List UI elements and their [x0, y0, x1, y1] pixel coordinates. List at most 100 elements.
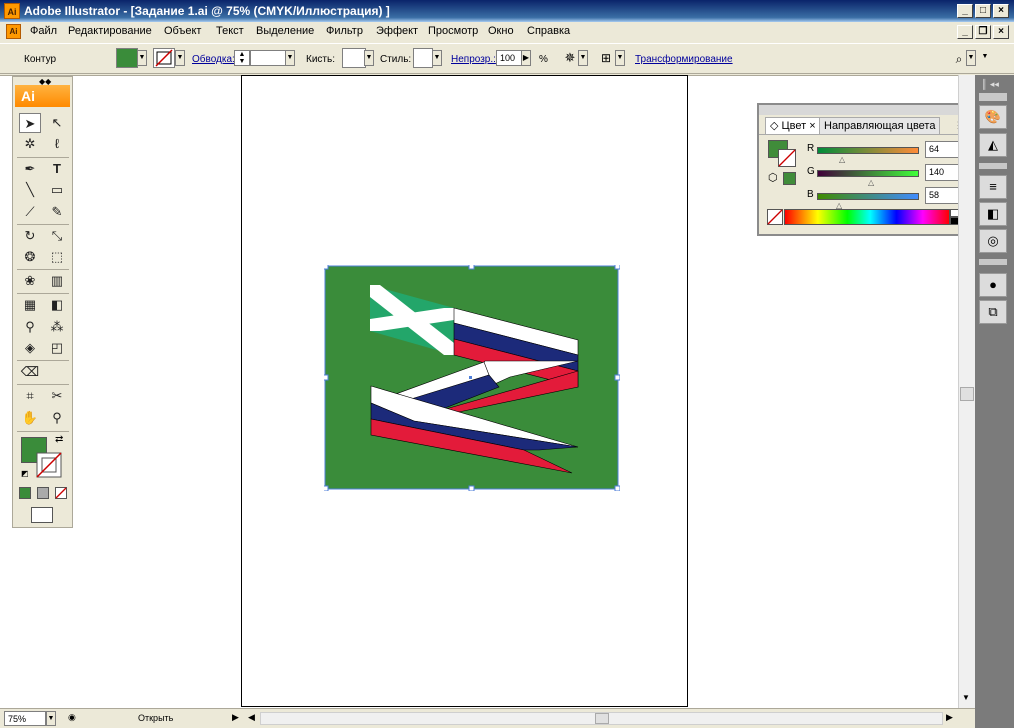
- g-slider-track[interactable]: [817, 170, 919, 177]
- rectangle-tool-icon[interactable]: ▭: [46, 180, 68, 200]
- style-dropdown[interactable]: ▼: [432, 50, 442, 66]
- fill-dropdown[interactable]: ▼: [137, 50, 147, 66]
- doc-restore-button[interactable]: ❐: [975, 25, 991, 39]
- zoom-input[interactable]: 75%: [4, 711, 46, 726]
- zoom-dropdown[interactable]: ▼: [46, 711, 56, 726]
- b-value-input[interactable]: 58: [925, 187, 959, 204]
- slice-tool-icon[interactable]: ⌗: [19, 386, 41, 406]
- r-value-input[interactable]: 64: [925, 141, 959, 158]
- minimize-button[interactable]: _: [957, 4, 973, 18]
- document-icon[interactable]: Ai: [6, 24, 21, 39]
- vertical-scroll-thumb[interactable]: [960, 387, 974, 401]
- gradient-tool-icon[interactable]: ◧: [46, 295, 68, 315]
- r-slider-track[interactable]: [817, 147, 919, 154]
- paintbrush-tool-icon[interactable]: ⟋: [19, 202, 41, 222]
- color-panel-button-icon[interactable]: 🎨: [979, 105, 1007, 129]
- screen-mode-button[interactable]: [31, 507, 53, 523]
- color-spectrum-bar[interactable]: [784, 209, 950, 225]
- selection-handle[interactable]: [468, 265, 475, 270]
- maximize-button[interactable]: □: [975, 4, 991, 18]
- scissors-tool-icon[interactable]: ✂: [46, 386, 68, 406]
- stroke-weight-input[interactable]: [250, 50, 286, 66]
- stroke-weight-dropdown[interactable]: ▼: [285, 50, 295, 66]
- transform-link[interactable]: Трансформирование: [635, 54, 733, 65]
- g-slider-thumb[interactable]: △: [868, 178, 874, 187]
- selection-handle[interactable]: [468, 485, 475, 491]
- scale-tool-icon[interactable]: ⤡: [46, 226, 68, 246]
- tab-color-guide[interactable]: Направляющая цвета: [819, 117, 941, 134]
- opacity-input[interactable]: 100: [496, 50, 522, 66]
- pen-tool-icon[interactable]: ✒: [19, 159, 41, 179]
- menu-window[interactable]: Окно: [488, 25, 514, 37]
- default-colors-icon[interactable]: ◩: [21, 469, 29, 478]
- selection-handle[interactable]: [614, 265, 620, 270]
- stroke-panel-icon[interactable]: ≡: [979, 175, 1007, 199]
- stroke-color-swatch[interactable]: [36, 452, 62, 478]
- gradient-mode-button[interactable]: [37, 487, 49, 499]
- opacity-link[interactable]: Непрозр.:: [451, 54, 496, 65]
- selection-tool-icon[interactable]: ➤: [19, 113, 41, 133]
- live-paint-selection-tool-icon[interactable]: ◰: [46, 338, 68, 358]
- horizontal-scroll-thumb[interactable]: [595, 713, 609, 724]
- swap-colors-icon[interactable]: ⇄: [55, 434, 63, 445]
- bridge-dropdown[interactable]: ▼: [966, 50, 976, 66]
- fill-swatch[interactable]: [116, 48, 138, 68]
- version-cue-icon[interactable]: ◉: [68, 712, 76, 723]
- horizontal-scrollbar[interactable]: [260, 712, 943, 725]
- pencil-tool-icon[interactable]: ✎: [46, 202, 68, 222]
- menu-help[interactable]: Справка: [527, 25, 570, 37]
- color-mode-button[interactable]: [19, 487, 31, 499]
- align-dropdown[interactable]: ▼: [615, 50, 625, 66]
- menu-view[interactable]: Просмотр: [428, 25, 478, 37]
- selection-handle[interactable]: [614, 485, 620, 491]
- brush-picker[interactable]: [342, 48, 366, 68]
- layers-panel-icon[interactable]: ⧉: [979, 300, 1007, 324]
- stroke-weight-stepper[interactable]: ▲ ▼: [234, 50, 250, 66]
- selection-handle[interactable]: [324, 485, 329, 491]
- menu-select[interactable]: Выделение: [256, 25, 314, 37]
- none-mode-button[interactable]: [55, 487, 67, 499]
- appearance-panel-icon[interactable]: ●: [979, 273, 1007, 297]
- eraser-tool-icon[interactable]: ⌫: [19, 362, 41, 382]
- close-tab-icon[interactable]: ×: [806, 120, 815, 132]
- type-tool-icon[interactable]: T: [46, 159, 68, 179]
- stroke-link[interactable]: Обводка:: [192, 54, 235, 65]
- opacity-arrow[interactable]: ▶: [521, 50, 531, 66]
- selection-handle[interactable]: [324, 265, 329, 270]
- selected-artwork[interactable]: [324, 265, 620, 491]
- mesh-tool-icon[interactable]: ▦: [19, 295, 41, 315]
- blend-tool-icon[interactable]: ⁂: [46, 317, 68, 337]
- menu-text[interactable]: Текст: [216, 25, 244, 37]
- recolor-icon[interactable]: ✵: [562, 50, 578, 66]
- close-button[interactable]: ×: [993, 4, 1009, 18]
- scroll-right-icon[interactable]: ▶: [946, 712, 953, 723]
- color-guide-panel-icon[interactable]: ◭: [979, 133, 1007, 157]
- rotate-tool-icon[interactable]: ↻: [19, 226, 41, 246]
- align-icon[interactable]: ⊞: [598, 50, 614, 66]
- status-menu-arrow-icon[interactable]: ▶: [232, 712, 239, 723]
- g-value-input[interactable]: 140: [925, 164, 959, 181]
- panel-drag-bar[interactable]: [759, 105, 973, 115]
- brush-dropdown[interactable]: ▼: [364, 50, 374, 66]
- out-of-gamut-cube-icon[interactable]: ⬡: [768, 171, 778, 184]
- scroll-left-icon[interactable]: ◀: [248, 712, 255, 723]
- selection-handle[interactable]: [324, 374, 329, 381]
- selection-handle[interactable]: [614, 374, 620, 381]
- tab-color[interactable]: ◇ Цвет ×: [765, 117, 821, 134]
- graph-tool-icon[interactable]: ▥: [46, 271, 68, 291]
- style-picker[interactable]: [413, 48, 433, 68]
- r-slider-thumb[interactable]: △: [839, 155, 845, 164]
- lasso-tool-icon[interactable]: ℓ: [46, 134, 68, 154]
- magic-wand-tool-icon[interactable]: ✲: [19, 134, 41, 154]
- symbol-sprayer-tool-icon[interactable]: ❀: [19, 271, 41, 291]
- menu-object[interactable]: Объект: [164, 25, 201, 37]
- vertical-scrollbar[interactable]: ▼: [958, 75, 975, 708]
- none-color-button[interactable]: [767, 209, 783, 225]
- doc-minimize-button[interactable]: _: [957, 25, 973, 39]
- menu-file[interactable]: Файл: [30, 25, 57, 37]
- panel-stroke-swatch[interactable]: [778, 149, 796, 167]
- gradient-panel-icon[interactable]: ◧: [979, 202, 1007, 226]
- free-transform-tool-icon[interactable]: ⬚: [46, 247, 68, 267]
- stroke-dropdown[interactable]: ▼: [175, 50, 185, 66]
- stroke-swatch[interactable]: [153, 48, 175, 68]
